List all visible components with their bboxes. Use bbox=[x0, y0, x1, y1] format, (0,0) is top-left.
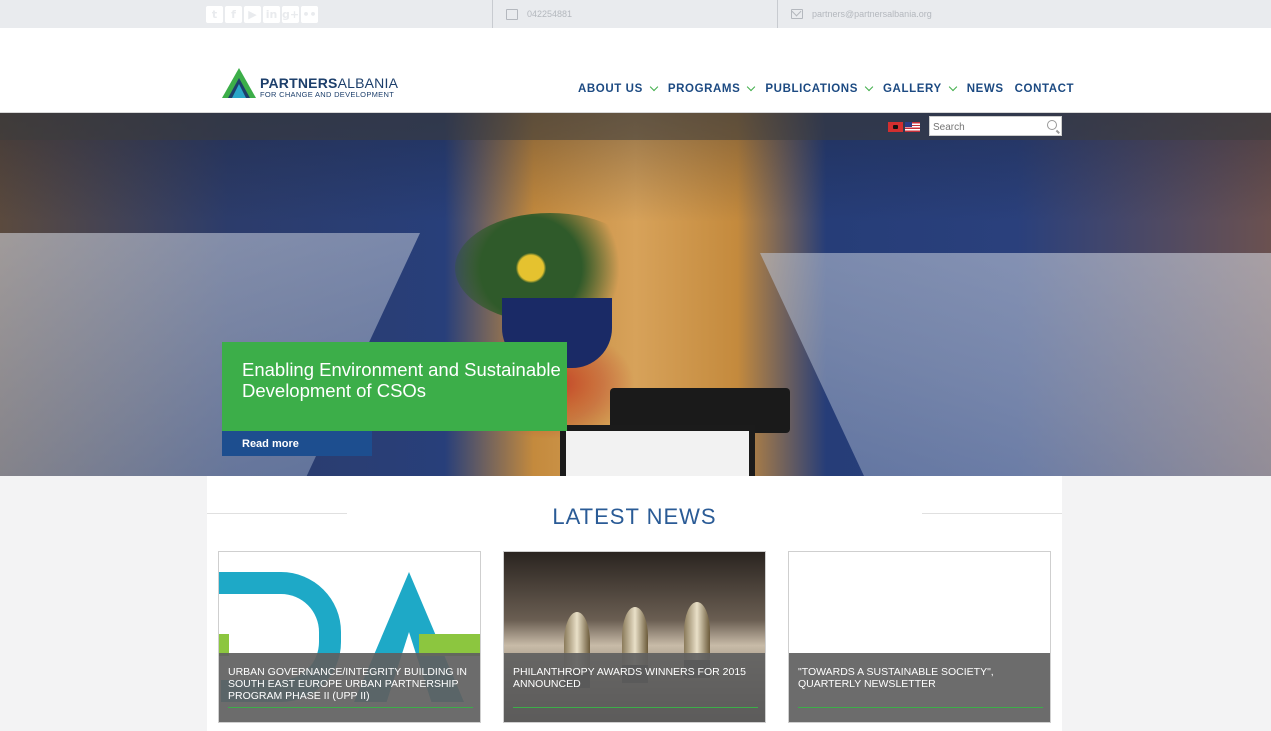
phone-number: 042254881 bbox=[527, 9, 573, 19]
read-more-button[interactable]: Read more bbox=[222, 431, 372, 456]
top-bar: t f ▶ in g+ •• 042254881 partners@partne… bbox=[0, 0, 1271, 28]
news-card-title[interactable]: "TOWARDS A SUSTAINABLE SOCIETY", QUARTER… bbox=[798, 666, 994, 690]
chevron-down-icon bbox=[747, 82, 756, 92]
divider bbox=[777, 0, 778, 28]
phone-info: 042254881 bbox=[506, 0, 572, 28]
divider bbox=[492, 0, 493, 28]
flickr-icon[interactable]: •• bbox=[301, 6, 318, 23]
news-card-overlay: PHILANTHROPY AWARDS WINNERS FOR 2015 ANN… bbox=[504, 653, 765, 722]
email-address[interactable]: partners@partnersalbania.org bbox=[812, 9, 932, 19]
nav-about-us[interactable]: ABOUT US bbox=[578, 82, 659, 95]
section-title: LATEST NEWS bbox=[552, 504, 717, 529]
news-card-overlay: URBAN GOVERNANCE/INTEGRITY BUILDING IN S… bbox=[219, 653, 480, 722]
linkedin-icon[interactable]: in bbox=[263, 6, 280, 23]
logo-name: PARTNERSALBANIA bbox=[260, 75, 399, 91]
divider bbox=[513, 707, 758, 708]
phone-icon bbox=[506, 8, 518, 20]
twitter-icon[interactable]: t bbox=[206, 6, 223, 23]
main-nav: ABOUT US PROGRAMS PUBLICATIONS GALLERY N… bbox=[578, 82, 1075, 95]
albanian-flag-icon[interactable] bbox=[888, 122, 903, 132]
youtube-icon[interactable]: ▶ bbox=[244, 6, 261, 23]
news-card-overlay: "TOWARDS A SUSTAINABLE SOCIETY", QUARTER… bbox=[789, 653, 1050, 722]
nav-news[interactable]: NEWS bbox=[967, 83, 1004, 95]
googleplus-icon[interactable]: g+ bbox=[282, 6, 299, 23]
chevron-down-icon bbox=[864, 82, 874, 92]
mail-icon bbox=[791, 9, 803, 19]
news-card-title[interactable]: URBAN GOVERNANCE/INTEGRITY BUILDING IN S… bbox=[228, 666, 467, 702]
nav-contact[interactable]: CONTACT bbox=[1015, 83, 1075, 95]
news-card[interactable]: PHILANTHROPY AWARDS WINNERS FOR 2015 ANN… bbox=[503, 551, 766, 723]
logo-mark-icon bbox=[222, 68, 256, 98]
news-card-title[interactable]: PHILANTHROPY AWARDS WINNERS FOR 2015 ANN… bbox=[513, 666, 746, 690]
nav-programs[interactable]: PROGRAMS bbox=[668, 82, 756, 95]
search-icon[interactable] bbox=[1047, 120, 1057, 130]
hero-caption: Enabling Environment and Sustainable Dev… bbox=[222, 342, 567, 431]
search-box bbox=[929, 116, 1062, 137]
site-header: PARTNERSALBANIA FOR CHANGE AND DEVELOPME… bbox=[0, 28, 1271, 113]
news-card[interactable]: "TOWARDS A SUSTAINABLE SOCIETY", QUARTER… bbox=[788, 551, 1051, 723]
nav-gallery[interactable]: GALLERY bbox=[883, 82, 957, 95]
nav-publications[interactable]: PUBLICATIONS bbox=[765, 82, 874, 95]
logo-tagline: FOR CHANGE AND DEVELOPMENT bbox=[260, 90, 395, 99]
hero-photo-detail bbox=[560, 425, 755, 476]
chevron-down-icon bbox=[649, 82, 659, 92]
divider bbox=[228, 707, 473, 708]
divider bbox=[798, 707, 1043, 708]
latest-news-section: LATEST NEWS URBAN GOVERNANCE/INTEGRITY B… bbox=[207, 476, 1062, 731]
social-links: t f ▶ in g+ •• bbox=[206, 6, 318, 23]
hero-photo-detail bbox=[760, 253, 1271, 476]
news-card[interactable]: URBAN GOVERNANCE/INTEGRITY BUILDING IN S… bbox=[218, 551, 481, 723]
facebook-icon[interactable]: f bbox=[225, 6, 242, 23]
chevron-down-icon bbox=[948, 82, 957, 92]
hero-toolbar bbox=[0, 113, 1271, 140]
email-info[interactable]: partners@partnersalbania.org bbox=[791, 0, 932, 28]
search-input[interactable] bbox=[930, 118, 1040, 137]
hero-slider: Enabling Environment and Sustainable Dev… bbox=[0, 113, 1271, 476]
us-flag-icon[interactable] bbox=[905, 122, 920, 132]
